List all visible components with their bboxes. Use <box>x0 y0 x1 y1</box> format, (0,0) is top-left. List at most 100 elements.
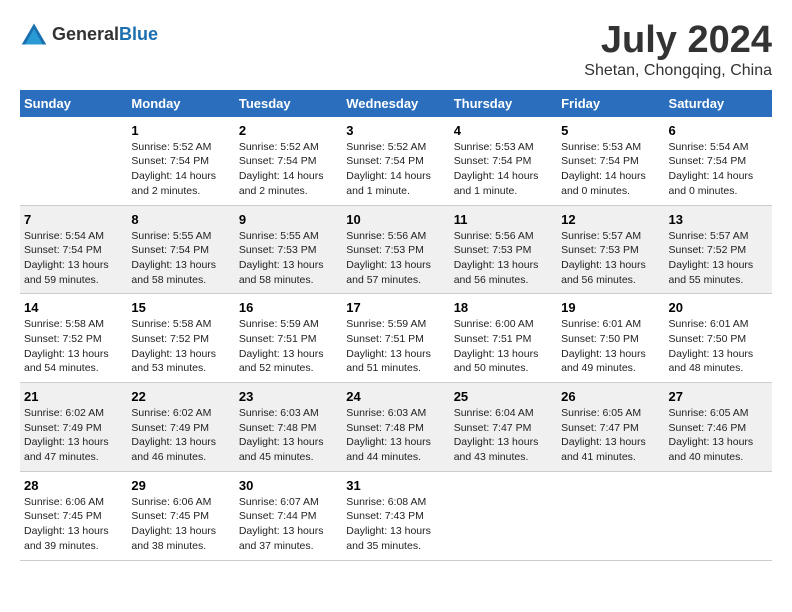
day-info: Sunrise: 5:53 AM Sunset: 7:54 PM Dayligh… <box>454 140 553 199</box>
calendar-cell: 10 Sunrise: 5:56 AM Sunset: 7:53 PM Dayli… <box>342 205 449 294</box>
calendar-cell: 6 Sunrise: 5:54 AM Sunset: 7:54 PM Daylig… <box>665 117 772 205</box>
calendar-cell: 27 Sunrise: 6:05 AM Sunset: 7:46 PM Dayli… <box>665 383 772 472</box>
day-number: 8 <box>131 212 230 227</box>
day-number: 29 <box>131 478 230 493</box>
calendar-cell: 29Sunrise: 6:06 AM Sunset: 7:45 PM Dayli… <box>127 471 234 560</box>
day-number: 6 <box>669 123 768 138</box>
day-info: Sunrise: 5:58 AM Sunset: 7:52 PM Dayligh… <box>24 317 123 376</box>
day-info: Sunrise: 5:57 AM Sunset: 7:53 PM Dayligh… <box>561 229 660 288</box>
calendar-cell: 19 Sunrise: 6:01 AM Sunset: 7:50 PM Dayli… <box>557 294 664 383</box>
day-info: Sunrise: 5:52 AM Sunset: 7:54 PM Dayligh… <box>346 140 445 199</box>
calendar-cell: 17Sunrise: 5:59 AM Sunset: 7:51 PM Dayli… <box>342 294 449 383</box>
day-info: Sunrise: 6:03 AM Sunset: 7:48 PM Dayligh… <box>239 406 338 465</box>
day-info: Sunrise: 6:05 AM Sunset: 7:46 PM Dayligh… <box>669 406 768 465</box>
calendar-cell: 11Sunrise: 5:56 AM Sunset: 7:53 PM Dayli… <box>450 205 557 294</box>
calendar-cell: 16 Sunrise: 5:59 AM Sunset: 7:51 PM Dayli… <box>235 294 342 383</box>
day-number: 26 <box>561 389 660 404</box>
logo-text: GeneralBlue <box>52 24 158 45</box>
day-number: 25 <box>454 389 553 404</box>
calendar-location: Shetan, Chongqing, China <box>584 62 772 80</box>
day-number: 24 <box>346 389 445 404</box>
day-number: 5 <box>561 123 660 138</box>
calendar-cell: 15 Sunrise: 5:58 AM Sunset: 7:52 PM Dayli… <box>127 294 234 383</box>
day-number: 14 <box>24 300 123 315</box>
calendar-cell: 31Sunrise: 6:08 AM Sunset: 7:43 PM Dayli… <box>342 471 449 560</box>
day-number: 12 <box>561 212 660 227</box>
calendar-cell: 3 Sunrise: 5:52 AM Sunset: 7:54 PM Daylig… <box>342 117 449 205</box>
day-info: Sunrise: 5:56 AM Sunset: 7:53 PM Dayligh… <box>346 229 445 288</box>
day-info: Sunrise: 6:01 AM Sunset: 7:50 PM Dayligh… <box>561 317 660 376</box>
column-header-saturday: Saturday <box>665 90 772 117</box>
column-header-thursday: Thursday <box>450 90 557 117</box>
day-number: 28 <box>24 478 123 493</box>
day-number: 3 <box>346 123 445 138</box>
day-number: 19 <box>561 300 660 315</box>
day-info: Sunrise: 5:53 AM Sunset: 7:54 PM Dayligh… <box>561 140 660 199</box>
calendar-cell <box>450 471 557 560</box>
day-info: Sunrise: 5:52 AM Sunset: 7:54 PM Dayligh… <box>131 140 230 199</box>
column-header-sunday: Sunday <box>20 90 127 117</box>
calendar-cell <box>557 471 664 560</box>
day-number: 22 <box>131 389 230 404</box>
day-number: 10 <box>346 212 445 227</box>
title-block: July 2024 Shetan, Chongqing, China <box>584 20 772 80</box>
calendar-week-row: 28 Sunrise: 6:06 AM Sunset: 7:45 PM Dayli… <box>20 471 772 560</box>
day-info: Sunrise: 5:57 AM Sunset: 7:52 PM Dayligh… <box>669 229 768 288</box>
day-info: Sunrise: 5:55 AM Sunset: 7:53 PM Dayligh… <box>239 229 338 288</box>
day-number: 16 <box>239 300 338 315</box>
calendar-cell <box>665 471 772 560</box>
day-info: Sunrise: 5:54 AM Sunset: 7:54 PM Dayligh… <box>24 229 123 288</box>
day-number: 27 <box>669 389 768 404</box>
day-number: 7 <box>24 212 123 227</box>
calendar-table: SundayMondayTuesdayWednesdayThursdayFrid… <box>20 90 772 561</box>
day-number: 13 <box>669 212 768 227</box>
calendar-cell <box>20 117 127 205</box>
calendar-title: July 2024 <box>584 20 772 62</box>
day-number: 30 <box>239 478 338 493</box>
calendar-week-row: 21Sunrise: 6:02 AM Sunset: 7:49 PM Dayli… <box>20 383 772 472</box>
day-number: 2 <box>239 123 338 138</box>
day-info: Sunrise: 6:08 AM Sunset: 7:43 PM Dayligh… <box>346 495 445 554</box>
day-number: 9 <box>239 212 338 227</box>
day-info: Sunrise: 5:56 AM Sunset: 7:53 PM Dayligh… <box>454 229 553 288</box>
day-number: 20 <box>669 300 768 315</box>
day-info: Sunrise: 5:52 AM Sunset: 7:54 PM Dayligh… <box>239 140 338 199</box>
calendar-cell: 2 Sunrise: 5:52 AM Sunset: 7:54 PM Daylig… <box>235 117 342 205</box>
column-header-friday: Friday <box>557 90 664 117</box>
calendar-cell: 14 Sunrise: 5:58 AM Sunset: 7:52 PM Dayli… <box>20 294 127 383</box>
day-info: Sunrise: 5:55 AM Sunset: 7:54 PM Dayligh… <box>131 229 230 288</box>
calendar-cell: 4 Sunrise: 5:53 AM Sunset: 7:54 PM Daylig… <box>450 117 557 205</box>
day-info: Sunrise: 5:58 AM Sunset: 7:52 PM Dayligh… <box>131 317 230 376</box>
calendar-cell: 7 Sunrise: 5:54 AM Sunset: 7:54 PM Daylig… <box>20 205 127 294</box>
day-info: Sunrise: 5:59 AM Sunset: 7:51 PM Dayligh… <box>239 317 338 376</box>
column-header-wednesday: Wednesday <box>342 90 449 117</box>
day-info: Sunrise: 6:07 AM Sunset: 7:44 PM Dayligh… <box>239 495 338 554</box>
calendar-cell: 22 Sunrise: 6:02 AM Sunset: 7:49 PM Dayli… <box>127 383 234 472</box>
calendar-cell: 8 Sunrise: 5:55 AM Sunset: 7:54 PM Daylig… <box>127 205 234 294</box>
calendar-cell: 9 Sunrise: 5:55 AM Sunset: 7:53 PM Daylig… <box>235 205 342 294</box>
day-info: Sunrise: 6:06 AM Sunset: 7:45 PM Dayligh… <box>24 495 123 554</box>
day-number: 17 <box>346 300 445 315</box>
day-number: 23 <box>239 389 338 404</box>
day-number: 4 <box>454 123 553 138</box>
day-info: Sunrise: 5:54 AM Sunset: 7:54 PM Dayligh… <box>669 140 768 199</box>
calendar-cell: 30 Sunrise: 6:07 AM Sunset: 7:44 PM Dayli… <box>235 471 342 560</box>
day-info: Sunrise: 6:04 AM Sunset: 7:47 PM Dayligh… <box>454 406 553 465</box>
logo: GeneralBlue <box>20 20 158 48</box>
calendar-cell: 23 Sunrise: 6:03 AM Sunset: 7:48 PM Dayli… <box>235 383 342 472</box>
calendar-cell: 28 Sunrise: 6:06 AM Sunset: 7:45 PM Dayli… <box>20 471 127 560</box>
calendar-cell: 1Sunrise: 5:52 AM Sunset: 7:54 PM Daylig… <box>127 117 234 205</box>
calendar-header-row: SundayMondayTuesdayWednesdayThursdayFrid… <box>20 90 772 117</box>
column-header-monday: Monday <box>127 90 234 117</box>
calendar-cell: 21Sunrise: 6:02 AM Sunset: 7:49 PM Dayli… <box>20 383 127 472</box>
day-info: Sunrise: 6:05 AM Sunset: 7:47 PM Dayligh… <box>561 406 660 465</box>
day-number: 15 <box>131 300 230 315</box>
column-header-tuesday: Tuesday <box>235 90 342 117</box>
calendar-cell: 18Sunrise: 6:00 AM Sunset: 7:51 PM Dayli… <box>450 294 557 383</box>
calendar-cell: 26 Sunrise: 6:05 AM Sunset: 7:47 PM Dayli… <box>557 383 664 472</box>
page-header: GeneralBlue July 2024 Shetan, Chongqing,… <box>20 20 772 80</box>
calendar-cell: 5 Sunrise: 5:53 AM Sunset: 7:54 PM Daylig… <box>557 117 664 205</box>
logo-icon <box>20 20 48 48</box>
day-info: Sunrise: 6:02 AM Sunset: 7:49 PM Dayligh… <box>131 406 230 465</box>
day-info: Sunrise: 6:01 AM Sunset: 7:50 PM Dayligh… <box>669 317 768 376</box>
